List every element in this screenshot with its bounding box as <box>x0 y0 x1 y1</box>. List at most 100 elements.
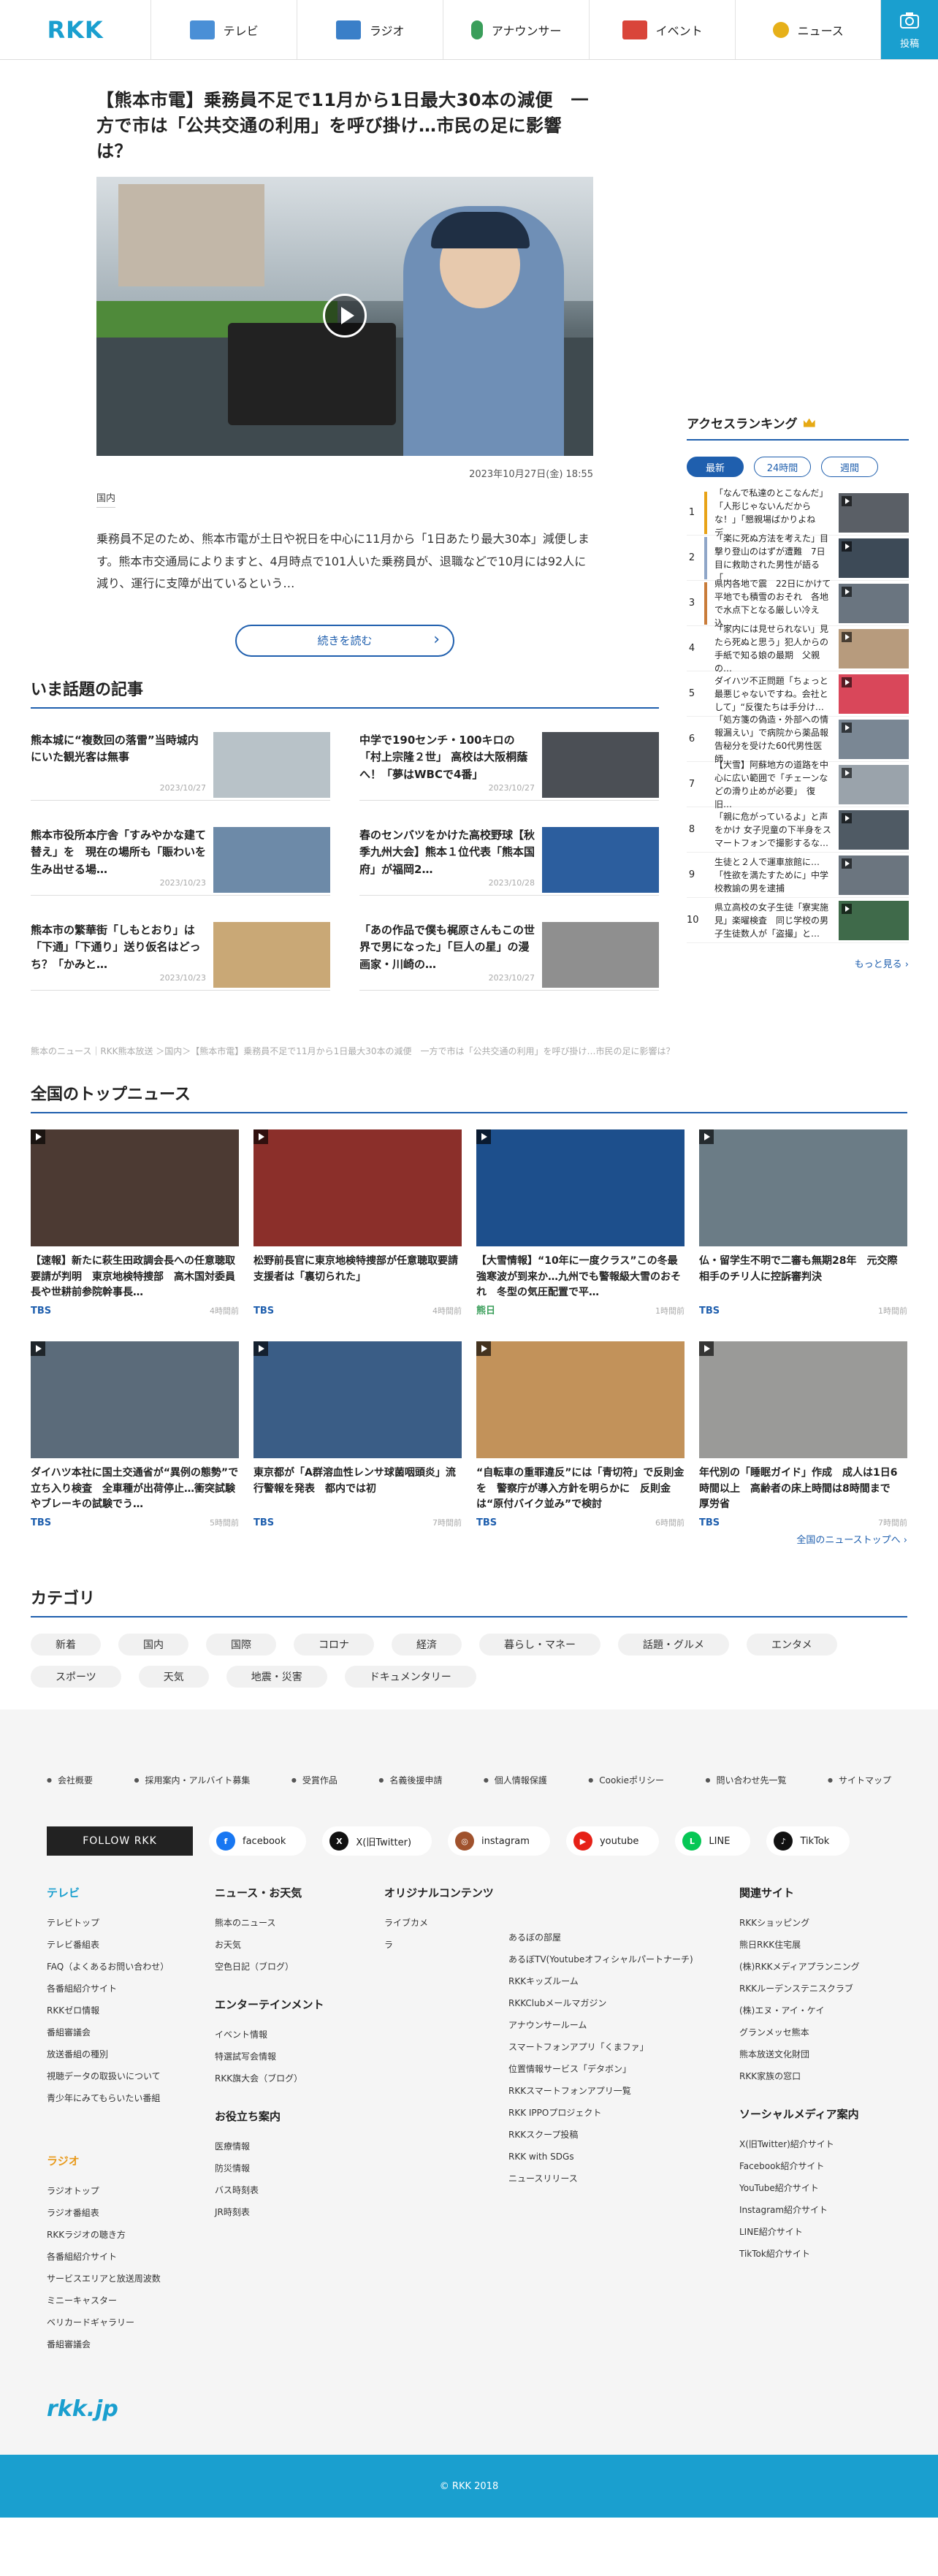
footer-list-item[interactable]: イベント情報 <box>215 2024 324 2046</box>
footer-list-item[interactable]: 各番組紹介サイト <box>47 2246 169 2268</box>
footer-list-item[interactable]: 熊日RKK住宅展 <box>739 1934 860 1956</box>
category-chip[interactable]: 新着 <box>31 1634 101 1655</box>
footer-list-item[interactable]: ライブカメラ <box>384 1912 435 1956</box>
footer-list-item[interactable]: YouTube紹介サイト <box>739 2177 860 2199</box>
footer-list-item[interactable]: ラジオ番組表 <box>47 2202 169 2224</box>
footer-list-item[interactable]: ニュースリリース <box>508 2168 693 2190</box>
topic-thumbnail[interactable] <box>213 732 330 798</box>
site-logo[interactable]: RKK <box>0 0 150 59</box>
ranking-thumbnail[interactable] <box>839 492 909 533</box>
category-chip[interactable]: 経済 <box>392 1634 462 1655</box>
national-thumbnail[interactable] <box>699 1129 907 1246</box>
footer-link[interactable]: Cookieポリシー <box>588 1774 664 1786</box>
ranking-item[interactable]: 8 「親に危がっているよ」と声をかけ 女子児童の下半身をスマートフォンで撮影するな… <box>687 807 909 853</box>
footer-list-item[interactable]: 各番組紹介サイト <box>47 1978 169 2000</box>
footer-list-item[interactable]: 番組審議会 <box>47 2333 169 2355</box>
footer-list-item[interactable]: Instagram紹介サイト <box>739 2199 860 2221</box>
footer-list-item[interactable]: サービスエリアと放送周波数 <box>47 2268 169 2290</box>
national-thumbnail[interactable] <box>476 1341 685 1458</box>
footer-link[interactable]: 問い合わせ先一覧 <box>706 1774 786 1786</box>
footer-link[interactable]: 会社概要 <box>47 1774 93 1786</box>
read-more-button[interactable]: 続きを読む <box>235 624 454 657</box>
topic-item[interactable]: 熊本城に“複数回の落雷”当時城内にいた観光客は無事 2023/10/27 <box>31 732 330 801</box>
national-card[interactable]: 【速報】新たに萩生田政調会長への任意聴取要請が判明 東京地検特捜部 高木国対委員… <box>31 1129 239 1319</box>
footer-list-item[interactable]: RKK家族の窓口 <box>739 2065 860 2087</box>
national-thumbnail[interactable] <box>476 1129 685 1246</box>
topic-item[interactable]: 「あの作品で僕も梶原さんもこの世界で男になった」「巨人の星」の漫画家・川崎の… 2… <box>359 922 659 991</box>
ranking-tab-2[interactable]: 週間 <box>821 457 878 477</box>
ranking-item[interactable]: 1 「なんで私達のとこなんだ」「人形じゃないんだからな！」「懇親場ばかりよね デ… <box>687 488 909 538</box>
topic-thumbnail[interactable] <box>542 732 659 798</box>
national-card[interactable]: 仏・留学生不明で二審も無期28年 元交際相手のチリ人に控訴審判決 TBS 1時間前 <box>699 1129 907 1319</box>
national-thumbnail[interactable] <box>253 1129 462 1246</box>
footer-list-item[interactable]: 空色日記（ブログ） <box>215 1956 324 1978</box>
footer-list-item[interactable]: RKK IPPOプロジェクト <box>508 2102 693 2124</box>
social-youtube-button[interactable]: ▶ youtube <box>565 1826 660 1856</box>
ranking-tab-1[interactable]: 24時間 <box>754 457 811 477</box>
play-icon[interactable] <box>323 294 367 338</box>
footer-list-item[interactable]: 防災情報 <box>215 2157 324 2179</box>
footer-link[interactable]: サイトマップ <box>828 1774 891 1786</box>
footer-list-item[interactable]: ミニーキャスター <box>47 2290 169 2312</box>
footer-logo[interactable]: rkk.jp <box>47 2396 118 2422</box>
footer-list-item[interactable]: ベリカードギャラリー <box>47 2312 169 2333</box>
ranking-item[interactable]: 7 【大雪】阿蘇地方の道路を中心に広い範囲で「チェーンなどの滑り止めが必要」 復旧… <box>687 760 909 809</box>
footer-list-item[interactable]: RKKキッズルーム <box>508 1970 693 1992</box>
national-thumbnail[interactable] <box>31 1129 239 1246</box>
category-chip[interactable]: エンタメ <box>747 1634 837 1655</box>
ranking-item[interactable]: 2 「楽に死ぬ方法を考えた」目撃り登山のはずが遭難 7日目に救助された男性が語る「… <box>687 533 909 583</box>
ranking-item[interactable]: 4 「家内には見せられない」見たら死ぬと思う」犯人からの手紙で知る娘の最期 父親の… <box>687 624 909 674</box>
category-chip[interactable]: 国際 <box>206 1634 276 1655</box>
topic-thumbnail[interactable] <box>213 922 330 988</box>
ranking-thumbnail[interactable] <box>839 719 909 759</box>
topic-item[interactable]: 熊本市の繁華街「しもとおり」は「下通」「下通り」送り仮名はどっち？「かみと… 20… <box>31 922 330 991</box>
footer-list-item[interactable]: JR時刻表 <box>215 2201 324 2223</box>
ranking-more-link[interactable]: もっと見る › <box>687 956 909 970</box>
footer-list-item[interactable]: 熊本放送文化財団 <box>739 2043 860 2065</box>
category-chip[interactable]: 地震・災害 <box>226 1666 327 1688</box>
footer-list-item[interactable]: ラジオトップ <box>47 2180 169 2202</box>
social-instagram-button[interactable]: ◎ instagram <box>448 1826 550 1856</box>
footer-list-item[interactable]: RKKゼロ情報 <box>47 2000 169 2021</box>
ranking-tab-0[interactable]: 最新 <box>687 457 744 477</box>
national-card[interactable]: “自転車の重罪違反”には「青切符」で反則金を 警察庁が導入方針を明らかに 反則金… <box>476 1341 685 1531</box>
topic-item[interactable]: 中学で190センチ・100キロの「村上宗隆２世」 高校は大阪桐蔭へ！「夢はWBC… <box>359 732 659 801</box>
footer-list-item[interactable]: 特選試写会情報 <box>215 2046 324 2068</box>
social-line-button[interactable]: L LINE <box>675 1826 751 1856</box>
social-xtwitter-button[interactable]: X X(旧Twitter) <box>322 1826 432 1856</box>
ranking-item[interactable]: 6 「処方箋の偽造・外部への情報漏えい」で病院から薬品報告秘分を受けた60代男性医… <box>687 715 909 764</box>
national-card[interactable]: 年代別の「睡眠ガイド」作成 成人は1日6時間以上 高齢者の床上時間は8時間まで … <box>699 1341 907 1531</box>
footer-list-item[interactable]: LINE紹介サイト <box>739 2221 860 2243</box>
footer-list-item[interactable]: あるぼの部屋 <box>508 1927 693 1948</box>
footer-list-item[interactable]: お天気 <box>215 1934 324 1956</box>
ranking-thumbnail[interactable] <box>839 674 909 714</box>
nav-item-0[interactable]: テレビ <box>150 0 297 59</box>
category-chip[interactable]: 話題・グルメ <box>618 1634 729 1655</box>
breadcrumb[interactable]: 熊本のニュース｜RKK熊本放送 ＞国内＞【熊本市電】乗務員不足で11月から1日最… <box>31 1045 674 1057</box>
footer-list-item[interactable]: 放送番組の種別 <box>47 2043 169 2065</box>
lead-category-link[interactable]: 国内 <box>96 490 116 508</box>
footer-list-item[interactable]: RKKスマートフォンアプリ一覧 <box>508 2080 693 2102</box>
ranking-thumbnail[interactable] <box>839 583 909 623</box>
national-thumbnail[interactable] <box>253 1341 462 1458</box>
topic-thumbnail[interactable] <box>213 827 330 893</box>
footer-list-item[interactable]: 番組審議会 <box>47 2021 169 2043</box>
footer-list-item[interactable]: バス時刻表 <box>215 2179 324 2201</box>
footer-link[interactable]: 名義後援申請 <box>378 1774 442 1786</box>
category-chip[interactable]: ドキュメンタリー <box>344 1666 476 1688</box>
nav-item-2[interactable]: アナウンサー <box>443 0 589 59</box>
national-thumbnail[interactable] <box>31 1341 239 1458</box>
footer-list-item[interactable]: RKKスクープ投稿 <box>508 2124 693 2146</box>
footer-list-item[interactable]: RKKClubメールマガジン <box>508 1992 693 2014</box>
footer-link[interactable]: 個人情報保護 <box>484 1774 547 1786</box>
national-card[interactable]: ダイハツ本社に国土交通省が“異例の態勢”で立ち入り検査 全車種が出荷停止…衝突試… <box>31 1341 239 1531</box>
ranking-item[interactable]: 10 県立高校の女子生徒「寮実施見」楽曜検査 同じ学校の男子生徒数人が「盗撮」と… <box>687 898 909 943</box>
footer-list-item[interactable]: グランメッセ熊本 <box>739 2021 860 2043</box>
footer-list-item[interactable]: スマートフォンアプリ「くまファ」 <box>508 2036 693 2058</box>
ranking-thumbnail[interactable] <box>839 628 909 668</box>
footer-list-item[interactable]: テレビ番組表 <box>47 1934 169 1956</box>
post-button[interactable]: 投稿 <box>881 0 938 59</box>
footer-list-item[interactable]: テレビトップ <box>47 1912 169 1934</box>
lead-video-thumbnail[interactable] <box>96 177 593 457</box>
footer-list-item[interactable]: X(旧Twitter)紹介サイト <box>739 2133 860 2155</box>
